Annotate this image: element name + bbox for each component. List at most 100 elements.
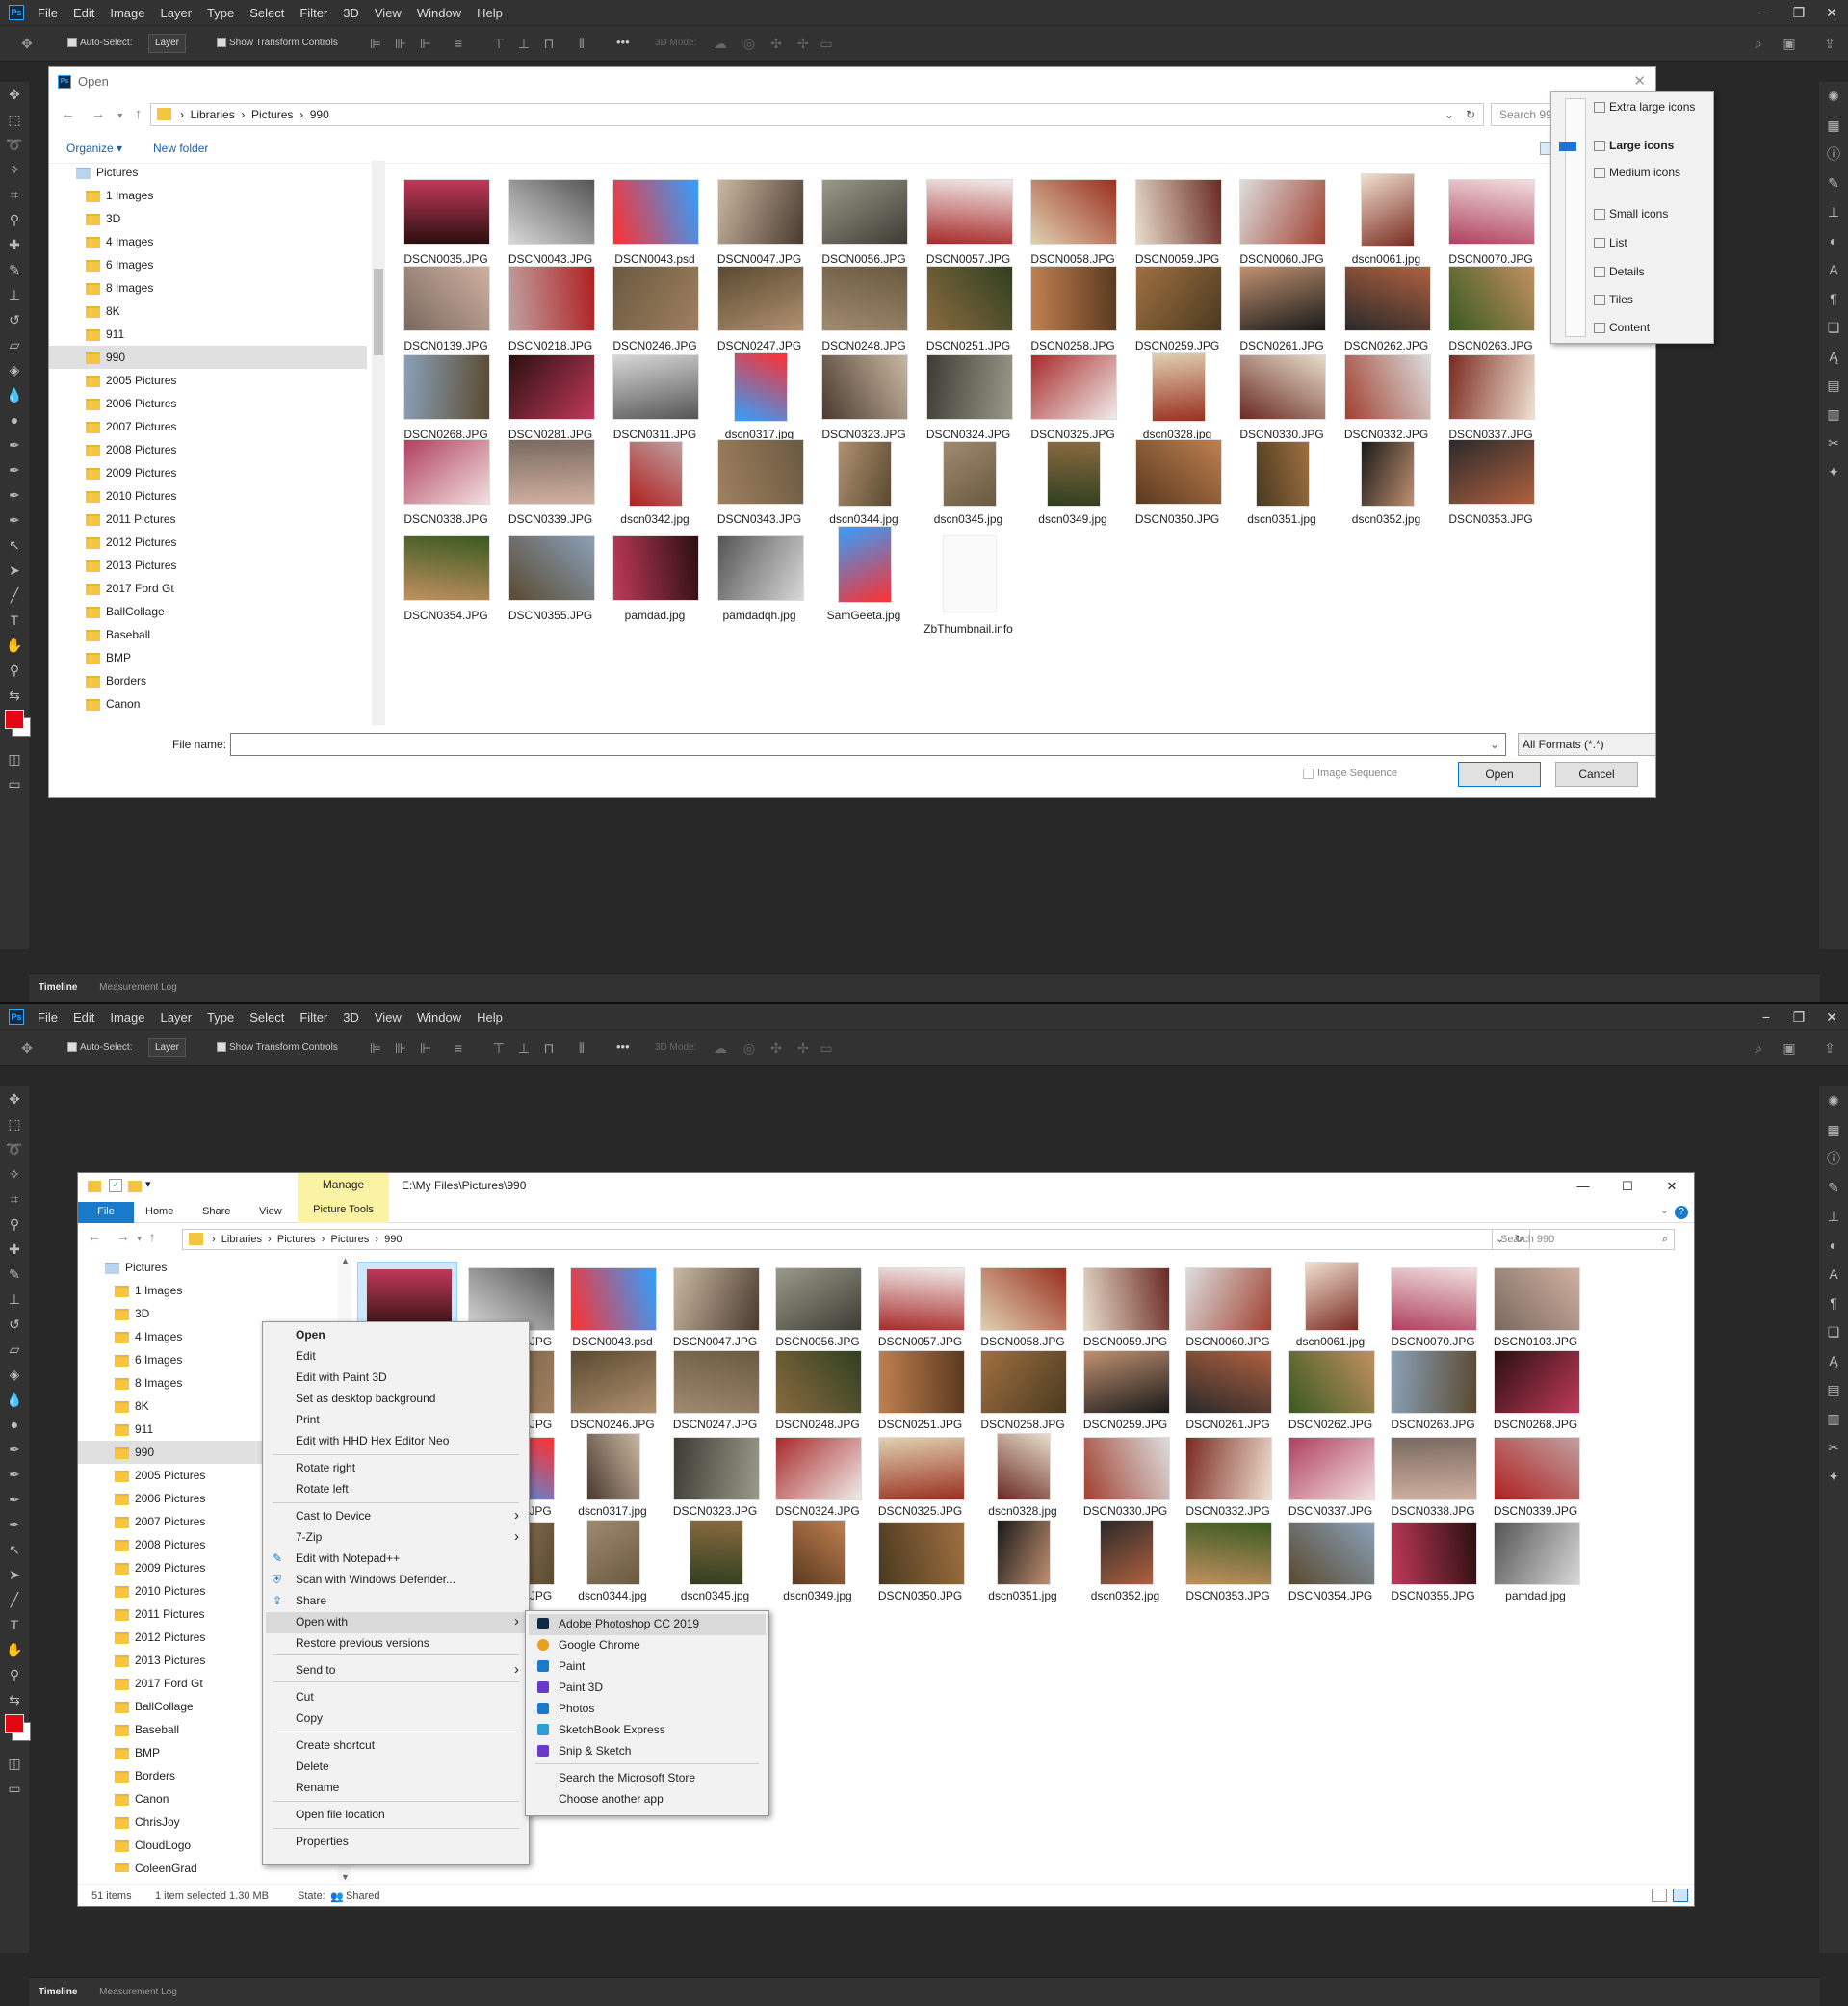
address-bar[interactable]: › Libraries › Pictures › Pictures › 990 … xyxy=(182,1229,1530,1250)
tab-view[interactable]: View xyxy=(259,1202,282,1221)
tree-item-8k[interactable]: 8K xyxy=(49,300,367,323)
bucket-icon[interactable]: ◈ xyxy=(0,1362,29,1387)
3d-orbit-icon[interactable]: ☁ xyxy=(713,1040,728,1055)
crumb-990[interactable]: 990 xyxy=(310,108,329,121)
layers-panel-icon[interactable]: ❏ xyxy=(1819,313,1848,342)
menu-item-open[interactable]: Open xyxy=(296,1328,325,1342)
workspace-icon[interactable]: ▣ xyxy=(1782,36,1797,51)
tree-item-2009-pictures[interactable]: 2009 Pictures xyxy=(49,461,367,484)
quick-mask-icon[interactable]: ◫ xyxy=(0,746,29,771)
quick-access-dropdown[interactable]: ▾ xyxy=(145,1178,151,1190)
tab-measurement-log[interactable]: Measurement Log xyxy=(90,1978,187,2006)
file-item-dscn0139-jpg[interactable]: DSCN0139.JPG xyxy=(396,266,496,352)
file-item-dscn0047-jpg[interactable]: DSCN0047.JPG xyxy=(665,1262,766,1348)
file-item-dscn0035-jpg[interactable]: DSCN0035.JPG xyxy=(396,173,496,266)
menu-item-create-shortcut[interactable]: Create shortcut xyxy=(296,1738,375,1752)
distribute-icon[interactable]: ≡ xyxy=(451,1040,466,1055)
tree-scrollbar[interactable] xyxy=(372,161,385,725)
tree-item-bmp[interactable]: BMP xyxy=(49,646,367,669)
submenu-item-adobe-photoshop-cc-2019[interactable]: Adobe Photoshop CC 2019 xyxy=(559,1617,699,1630)
file-name-input[interactable]: ⌄ xyxy=(230,733,1506,756)
file-item-dscn0325-jpg[interactable]: DSCN0325.JPG xyxy=(1023,352,1123,441)
styles-panel-icon[interactable]: ✦ xyxy=(1819,457,1848,486)
file-item-dscn0268-jpg[interactable]: DSCN0268.JPG xyxy=(396,352,496,441)
recent-icon[interactable]: ▾ xyxy=(117,111,122,121)
file-item-dscn0345-jpg[interactable]: dscn0345.jpg xyxy=(665,1520,766,1602)
refresh-icon[interactable]: ↻ xyxy=(1466,104,1475,125)
file-item-dscn0043-psd[interactable]: DSCN0043.psd xyxy=(562,1262,663,1348)
clone-panel-icon[interactable]: ⊥ xyxy=(1819,197,1848,226)
view-slider[interactable] xyxy=(1559,98,1586,337)
eraser-icon[interactable]: ▱ xyxy=(0,332,29,357)
file-item-dscn0261-jpg[interactable]: DSCN0261.JPG xyxy=(1232,266,1332,352)
marquee-icon[interactable]: ⬚ xyxy=(0,107,29,132)
up-icon[interactable]: ↑ xyxy=(135,106,143,122)
file-item-pamdad-jpg[interactable]: pamdad.jpg xyxy=(1486,1520,1586,1602)
brush-panel-icon[interactable]: ✎ xyxy=(1819,169,1848,197)
hand-icon[interactable]: ✋ xyxy=(0,633,29,658)
align-center-icon[interactable]: ⊪ xyxy=(393,36,408,51)
pen-3-icon[interactable]: ✒ xyxy=(0,482,29,508)
file-item-dscn0247-jpg[interactable]: DSCN0247.JPG xyxy=(665,1350,766,1431)
file-item-dscn0259-jpg[interactable]: DSCN0259.JPG xyxy=(1128,266,1228,352)
file-item-dscn0352-jpg[interactable]: dscn0352.jpg xyxy=(1337,441,1437,526)
file-item-dscn0281-jpg[interactable]: DSCN0281.JPG xyxy=(501,352,601,441)
crop-icon[interactable]: ⌗ xyxy=(0,1186,29,1211)
file-item-zbthumbnail-info[interactable]: ZbThumbnail.info xyxy=(919,526,1019,636)
file-item-dscn0246-jpg[interactable]: DSCN0246.JPG xyxy=(605,266,705,352)
show-transform-checkbox[interactable]: Show Transform Controls xyxy=(217,38,338,48)
close-button[interactable]: ✕ xyxy=(1815,0,1848,25)
file-item-dscn0060-jpg[interactable]: DSCN0060.JPG xyxy=(1232,173,1332,266)
info-panel-icon[interactable]: ⓘ xyxy=(1819,140,1848,169)
tree-item-2010-pictures[interactable]: 2010 Pictures xyxy=(49,484,367,508)
menu-file[interactable]: File xyxy=(38,1010,58,1025)
layers-panel-icon[interactable]: ❏ xyxy=(1819,1317,1848,1346)
file-item-dscn0061-jpg[interactable]: dscn0061.jpg xyxy=(1281,1262,1381,1348)
tree-item-1-images[interactable]: 1 Images xyxy=(49,184,367,207)
up-icon[interactable]: ↑ xyxy=(149,1229,156,1244)
blur-icon[interactable]: 💧 xyxy=(0,1387,29,1412)
menu-item-rotate-left[interactable]: Rotate left xyxy=(296,1482,349,1496)
distribute-v-icon[interactable]: ⦀ xyxy=(574,36,589,51)
menu-item-open-with[interactable]: Open with xyxy=(296,1615,348,1628)
file-item-dscn0056-jpg[interactable]: DSCN0056.JPG xyxy=(768,1262,868,1348)
file-item-pamdad-jpg[interactable]: pamdad.jpg xyxy=(605,526,705,622)
file-item-dscn0323-jpg[interactable]: DSCN0323.JPG xyxy=(665,1433,766,1518)
file-item-dscn0353-jpg[interactable]: DSCN0353.JPG xyxy=(1441,439,1541,526)
large-icons-view-icon[interactable] xyxy=(1673,1889,1688,1902)
swap-colors-icon[interactable]: ⇆ xyxy=(0,683,29,708)
layer-select[interactable]: Layer xyxy=(148,1038,187,1057)
menu-item-copy[interactable]: Copy xyxy=(296,1711,323,1725)
tab-timeline[interactable]: Timeline xyxy=(29,1978,87,2006)
tree-item-990[interactable]: 990 xyxy=(49,346,367,369)
menu-help[interactable]: Help xyxy=(477,6,503,20)
file-item-dscn0332-jpg[interactable]: DSCN0332.JPG xyxy=(1178,1433,1278,1518)
menu-file[interactable]: File xyxy=(38,6,58,20)
align-right-icon[interactable]: ⊩ xyxy=(418,1040,433,1055)
properties-panel-icon[interactable]: ▤ xyxy=(1819,1375,1848,1404)
menu-3d[interactable]: 3D xyxy=(343,1010,359,1025)
auto-select-checkbox[interactable]: Auto-Select: xyxy=(67,1042,132,1053)
history-brush-icon[interactable]: ↺ xyxy=(0,1312,29,1337)
file-item-dscn0057-jpg[interactable]: DSCN0057.JPG xyxy=(919,173,1019,266)
3d-roll-icon[interactable]: ◎ xyxy=(742,1040,757,1055)
menu-select[interactable]: Select xyxy=(249,6,284,20)
file-item-dscn0047-jpg[interactable]: DSCN0047.JPG xyxy=(710,173,810,266)
scroll-down-icon[interactable]: ▼ xyxy=(341,1872,350,1882)
move-tool-icon[interactable]: ✥ xyxy=(19,36,35,51)
crumb-libraries[interactable]: Libraries xyxy=(221,1234,262,1245)
crumb-pictures-2[interactable]: Pictures xyxy=(331,1234,370,1245)
swap-colors-icon[interactable]: ⇆ xyxy=(0,1687,29,1712)
file-item-dscn0259-jpg[interactable]: DSCN0259.JPG xyxy=(1076,1350,1176,1431)
pen-4-icon[interactable]: ✒ xyxy=(0,508,29,533)
direct-select-icon[interactable]: ➤ xyxy=(0,558,29,583)
tab-picture-tools[interactable]: Picture Tools xyxy=(298,1196,389,1223)
tree-item-2005-pictures[interactable]: 2005 Pictures xyxy=(49,369,367,392)
menu-item-cut[interactable]: Cut xyxy=(296,1690,314,1704)
libraries-panel-icon[interactable]: ▥ xyxy=(1819,400,1848,429)
file-item-dscn0103-jpg[interactable]: DSCN0103.JPG xyxy=(1486,1262,1586,1348)
marquee-icon[interactable]: ⬚ xyxy=(0,1111,29,1136)
eraser-icon[interactable]: ▱ xyxy=(0,1337,29,1362)
menu-image[interactable]: Image xyxy=(110,6,144,20)
path-select-icon[interactable]: ↖ xyxy=(0,1537,29,1562)
